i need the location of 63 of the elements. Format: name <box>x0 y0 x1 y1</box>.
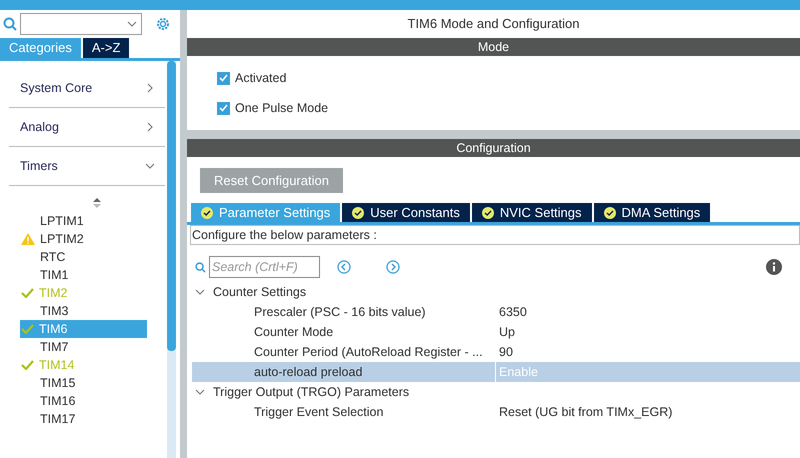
parameter-name: Prescaler (PSC - 16 bits value) <box>253 304 427 321</box>
timer-item[interactable]: TIM3 <box>20 302 147 320</box>
parameter-name: Counter Mode <box>253 324 334 341</box>
dropdown-chevron-icon <box>127 19 137 29</box>
info-icon[interactable] <box>766 259 782 275</box>
chevron-icon <box>145 83 155 93</box>
panel-title: TIM6 Mode and Configuration <box>406 15 580 34</box>
group-row[interactable]: Trigger Output (TRGO) Parameters <box>192 382 800 402</box>
chevron-icon <box>195 287 205 297</box>
chevron-icon <box>195 387 205 397</box>
category-item[interactable]: System Core <box>9 69 165 108</box>
checkbox-label: One Pulse Mode <box>235 100 328 117</box>
parameter-name: Counter Period (AutoReload Register - ... <box>253 344 484 361</box>
timer-item[interactable]: LPTIM2 <box>20 230 147 248</box>
parameter-row[interactable]: auto-reload preload Enable <box>192 362 800 382</box>
settings-tab[interactable]: DMA Settings <box>594 203 710 222</box>
search-combo[interactable] <box>20 13 142 35</box>
check-circle-icon <box>604 206 616 218</box>
checkbox-label: Activated <box>235 70 286 87</box>
parameter-row[interactable]: Trigger Event Selection Reset (UG bit from TIMx_EGR) <box>192 402 800 422</box>
timer-item[interactable]: RTC <box>20 248 147 266</box>
category-item[interactable]: Timers <box>9 147 165 186</box>
hint-text: Configure the below parameters : <box>190 225 800 245</box>
checkbox[interactable] <box>217 102 230 115</box>
previous-icon[interactable] <box>337 260 351 274</box>
check-icon <box>21 288 34 298</box>
configuration-header: Configuration <box>187 139 800 157</box>
timer-item[interactable]: TIM1 <box>20 266 147 284</box>
checkbox[interactable] <box>217 72 230 85</box>
parameter-value: Up <box>495 322 515 342</box>
mode-header: Mode <box>187 38 800 56</box>
parameter-value: 6350 <box>495 302 527 322</box>
timer-item[interactable]: TIM16 <box>20 392 147 410</box>
timer-item[interactable]: TIM17 <box>20 410 147 428</box>
timer-item[interactable]: TIM7 <box>20 338 147 356</box>
parameter-value: Reset (UG bit from TIMx_EGR) <box>495 402 672 422</box>
group-row[interactable]: Counter Settings <box>192 282 800 302</box>
category-item[interactable]: Analog <box>9 108 165 147</box>
settings-tab[interactable]: NVIC Settings <box>472 203 592 222</box>
parameter-search-field[interactable]: Search (Crtl+F) <box>209 256 320 278</box>
check-circle-icon <box>482 206 494 218</box>
next-icon[interactable] <box>386 260 400 274</box>
sort-icon[interactable] <box>93 198 101 208</box>
warning-icon <box>21 233 35 245</box>
chevron-icon <box>145 122 155 132</box>
parameter-row[interactable]: Prescaler (PSC - 16 bits value) 6350 <box>192 302 800 322</box>
parameter-value: Enable <box>495 362 538 382</box>
parameter-name: auto-reload preload <box>253 364 364 381</box>
settings-tab[interactable]: User Constants <box>342 203 470 222</box>
check-icon <box>21 324 34 334</box>
chevron-icon <box>145 161 155 171</box>
check-circle-icon <box>352 206 364 218</box>
check-icon <box>21 360 34 370</box>
check-circle-icon <box>201 206 213 218</box>
search-icon <box>3 17 17 31</box>
timer-item[interactable]: LPTIM1 <box>20 212 147 230</box>
settings-icon[interactable] <box>154 15 172 33</box>
search-icon <box>195 262 206 272</box>
parameter-row[interactable]: Counter Mode Up <box>192 322 800 342</box>
scrollbar-thumb[interactable] <box>167 61 176 351</box>
sidebar-tab[interactable]: A->Z <box>80 38 130 58</box>
parameter-name: Trigger Event Selection <box>253 404 384 421</box>
timer-item[interactable]: TIM15 <box>20 374 147 392</box>
